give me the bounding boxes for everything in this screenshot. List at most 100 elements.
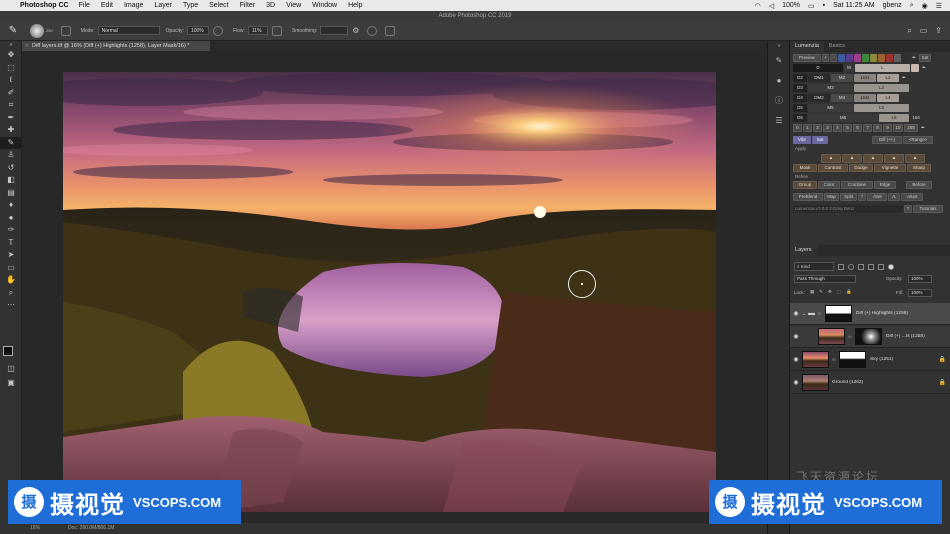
filter-shape-icon[interactable] xyxy=(868,263,874,270)
menu-window[interactable]: Window xyxy=(312,2,337,9)
share-icon[interactable]: ⇪ xyxy=(935,26,942,36)
app-menu[interactable]: Photoshop CC xyxy=(20,2,69,9)
tab-basics[interactable]: Basics xyxy=(824,41,850,52)
zone-d[interactable]: D xyxy=(793,64,843,72)
stamp-tool-icon[interactable]: ♙ xyxy=(0,149,22,162)
pressure-size-icon[interactable] xyxy=(367,25,378,36)
blur-tool-icon[interactable]: ♦ xyxy=(0,199,22,212)
zone-dm1[interactable]: DM1 xyxy=(808,74,830,82)
zone-lm1[interactable]: LM1 xyxy=(854,74,876,82)
pressure-opacity-icon[interactable] xyxy=(212,25,223,36)
zone-l5[interactable]: L5 xyxy=(854,104,909,112)
workspace-icon[interactable]: ▭ xyxy=(920,26,928,36)
sharp-button[interactable]: Sharp xyxy=(907,164,931,172)
eyedropper-icon[interactable]: ✒ xyxy=(919,124,927,132)
notifications-icon[interactable]: ☰ xyxy=(936,2,942,10)
preview-select[interactable]: Preview xyxy=(793,54,821,62)
eyedropper-icon[interactable]: ✒ xyxy=(900,74,908,82)
layer-name[interactable]: Diff (+) Highlights (1258) xyxy=(856,311,908,316)
lock-pixels-icon[interactable]: ▦ xyxy=(810,289,814,295)
edit-toolbar-icon[interactable]: ⋯ xyxy=(0,299,22,312)
contrast-button[interactable]: Contrast xyxy=(818,164,848,172)
layer-row-sky[interactable]: ◉ ∞ Sky (1251) 🔒 xyxy=(790,349,950,371)
apply-icon-4[interactable]: ▲ xyxy=(884,154,904,163)
help-button[interactable]: ? xyxy=(904,205,912,213)
zone-l[interactable]: L xyxy=(855,64,910,72)
zone-num-3[interactable]: 3 xyxy=(823,124,832,132)
color-button[interactable]: Color xyxy=(818,181,840,189)
blend-mode-select[interactable]: Pass Through xyxy=(794,275,856,283)
search-icon[interactable]: ⌕ xyxy=(907,26,911,36)
hand-tool-icon[interactable]: ✋ xyxy=(0,274,22,287)
pen-tool-icon[interactable]: ✑ xyxy=(0,224,22,237)
menu-filter[interactable]: Filter xyxy=(240,2,256,9)
lock-paint-icon[interactable]: ✎ xyxy=(819,289,823,295)
menu-help[interactable]: Help xyxy=(348,2,362,9)
vsel-button[interactable]: √Sel xyxy=(867,193,887,201)
zone-lm2[interactable]: LM2 xyxy=(854,94,876,102)
chain-link-icon[interactable]: ∞ xyxy=(832,357,837,363)
layer-opacity-input[interactable]: 100% xyxy=(908,275,932,283)
screen-mode-icon[interactable]: ▣ xyxy=(0,377,22,390)
dodge-button[interactable]: Dodge xyxy=(849,164,873,172)
split-button[interactable]: Split xyxy=(840,193,857,201)
eyedropper-tool-icon[interactable]: ✒ xyxy=(0,112,22,125)
marquee-tool-icon[interactable]: ⬚ xyxy=(0,62,22,75)
smoothing-input[interactable] xyxy=(320,26,349,35)
zone-num-6[interactable]: 6 xyxy=(853,124,862,132)
flow-input[interactable]: 11% xyxy=(247,26,268,35)
layer-name[interactable]: Diff (+) ...ts (1258) xyxy=(886,334,925,339)
zone-m[interactable]: M xyxy=(844,64,854,72)
menu-view[interactable]: View xyxy=(286,2,301,9)
path-select-tool-icon[interactable]: ➤ xyxy=(0,249,22,262)
eyedropper-icon[interactable]: ✒ xyxy=(910,54,918,62)
diff-button[interactable]: Diff (+/-) xyxy=(872,136,902,144)
layer-mask-thumbnail[interactable] xyxy=(839,351,866,368)
swatch-yellow[interactable] xyxy=(870,54,877,62)
filter-adjustment-icon[interactable] xyxy=(848,263,854,270)
color-panel-icon[interactable]: ● xyxy=(768,71,790,91)
zone-num-1[interactable]: 1 xyxy=(803,124,812,132)
foreground-color-swatch[interactable] xyxy=(3,346,13,356)
layer-mask-thumbnail[interactable] xyxy=(855,328,882,345)
fill-input[interactable]: 100% xyxy=(908,289,932,297)
filter-pixel-icon[interactable] xyxy=(838,263,844,270)
lock-all-icon[interactable]: 🔒 xyxy=(846,289,852,295)
zone-dm2[interactable]: DM2 xyxy=(808,94,830,102)
zone-num-2[interactable]: 2 xyxy=(813,124,822,132)
zone-m2[interactable]: M2 xyxy=(831,74,853,82)
menu-edit[interactable]: Edit xyxy=(101,2,113,9)
move-tool-icon[interactable]: ✥ xyxy=(0,49,22,62)
chain-link-icon[interactable]: ∞ xyxy=(818,311,823,317)
visibility-eye-icon[interactable]: ◉ xyxy=(790,356,802,363)
chain-link-icon[interactable]: ∞ xyxy=(848,334,853,340)
menu-layer[interactable]: Layer xyxy=(154,2,172,9)
zone-l2[interactable]: L2 xyxy=(877,74,899,82)
brush-tool-icon[interactable]: ✎ xyxy=(0,136,22,149)
volume-icon[interactable]: ◁ xyxy=(769,2,774,10)
smoothing-gear-icon[interactable]: ⚙ xyxy=(352,26,359,35)
vibr-button[interactable]: Vibr xyxy=(793,136,811,144)
search-icon[interactable]: ⌕ xyxy=(910,2,914,10)
filter-toggle-icon[interactable] xyxy=(888,263,894,270)
shape-tool-icon[interactable]: ▭ xyxy=(0,262,22,275)
sat-mask-button[interactable]: Sat xyxy=(812,136,828,144)
layer-row-diff[interactable]: ◉ ∞ Diff (+) ...ts (1258) xyxy=(790,326,950,348)
swatch-red[interactable] xyxy=(886,54,893,62)
zone-l4[interactable]: L4 xyxy=(877,94,899,102)
edge-button[interactable]: Edge xyxy=(874,181,896,189)
apply-icon-3[interactable]: ▲ xyxy=(863,154,883,163)
lock-artboard-icon[interactable]: ⬚ xyxy=(837,289,841,295)
lock-position-icon[interactable]: ✥ xyxy=(828,289,832,295)
battery-label[interactable]: 100% xyxy=(782,2,800,9)
mask-button[interactable]: Mask xyxy=(793,164,817,172)
combine-button[interactable]: Combine xyxy=(841,181,873,189)
tutorials-button[interactable]: Tutorials xyxy=(913,205,943,213)
layer-name[interactable]: Ground (1262) xyxy=(832,380,863,385)
layer-mask-thumbnail[interactable] xyxy=(825,305,852,322)
before-button[interactable]: Before xyxy=(906,181,932,189)
apply-icon-1[interactable]: ▲ xyxy=(821,154,841,163)
sat-button[interactable]: Sat xyxy=(919,54,931,62)
lasso-tool-icon[interactable]: ℓ xyxy=(0,74,22,87)
menu-file[interactable]: File xyxy=(79,2,90,9)
